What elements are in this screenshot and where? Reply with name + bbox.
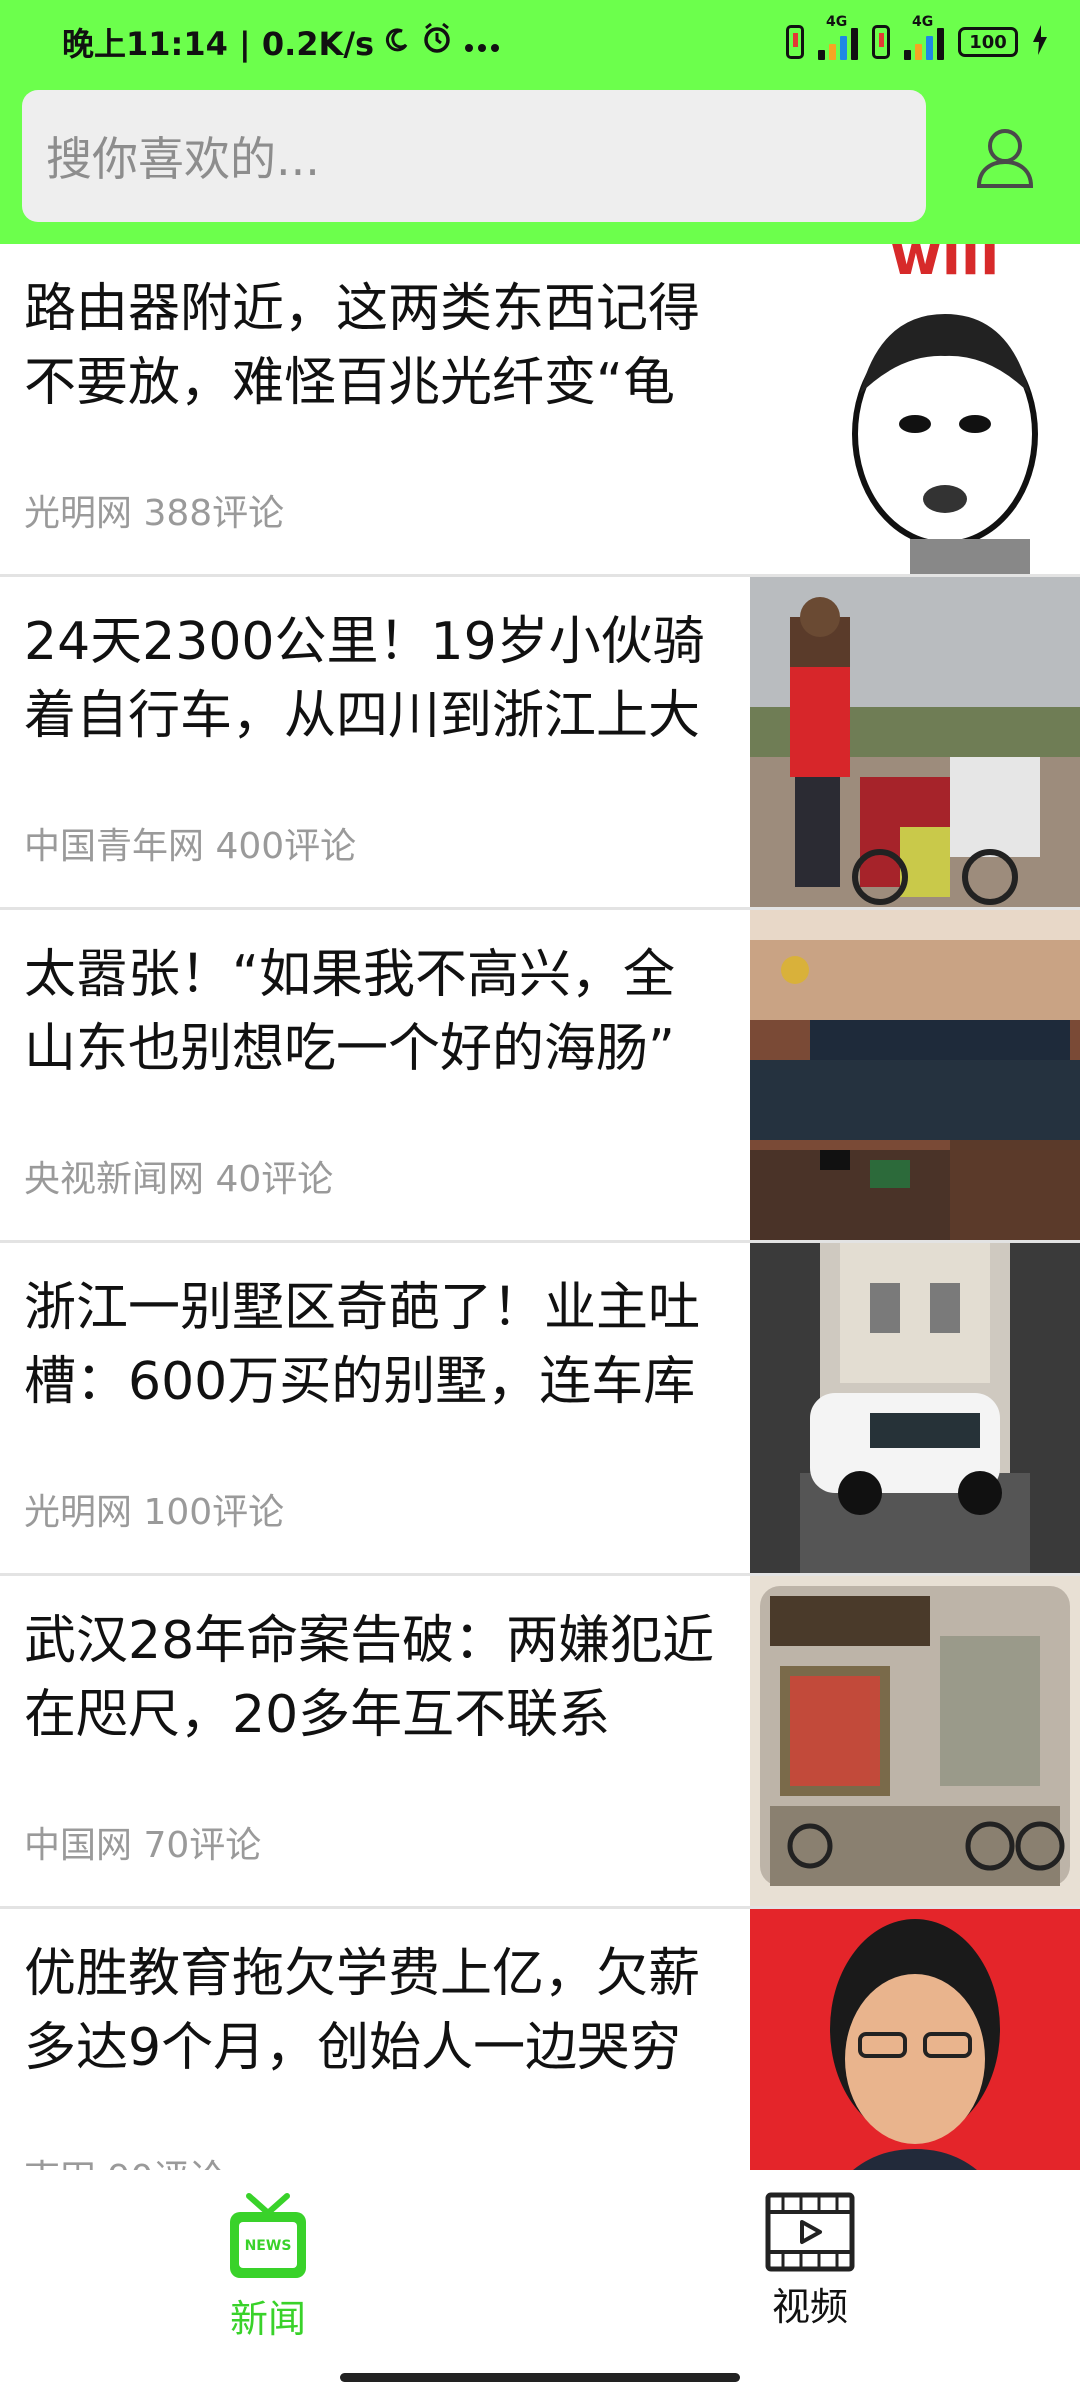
tab-news[interactable]: NEWS 新闻 [178,2192,358,2343]
news-title: 浙江一别墅区奇葩了！业主吐槽：600万买的别墅，连车库 [24,1278,701,1412]
news-item[interactable]: 太嚣张！“如果我不高兴，全山东也别想吃一个好的海肠” 央视新闻网 40评论 [0,910,1080,1243]
news-list[interactable]: 路由器附近，这两类东西记得不要放，难怪百兆光纤变“龟 光明网 388评论 wil… [0,244,1080,2170]
news-title: 太嚣张！“如果我不高兴，全山东也别想吃一个好的海肠” [24,945,675,1079]
news-source: 中国网 [24,1825,133,1866]
news-thumbnail [750,1243,1080,1573]
news-item[interactable]: 24天2300公里！19岁小伙骑着自行车，从四川到浙江上大 中国青年网 400评… [0,577,1080,910]
tv-news-text: NEWS [245,2238,292,2254]
home-indicator[interactable] [340,2373,740,2382]
film-play-icon [765,2192,855,2272]
user-icon [976,129,1034,188]
news-thumbnail [750,910,1080,1240]
search-input[interactable]: 搜你喜欢的... [22,90,926,222]
network-type-1: 4G [826,14,848,30]
user-profile-button[interactable] [965,118,1045,198]
tab-video[interactable]: 视频 [720,2192,900,2331]
charging-icon [1032,24,1048,60]
tab-video-label: 视频 [771,2285,848,2329]
news-thumbnail [750,577,1080,907]
signal-icon-1: 4G [818,14,858,60]
news-thumbnail: will [820,244,1080,574]
status-bar: 晚上11:14 | 0.2K/s 4G 4G 100 [0,0,1080,84]
news-thumbnail [750,1576,1080,1906]
status-right: 4G 4G 100 [786,14,1048,60]
moon-icon [384,23,410,61]
news-thumbnail [750,1909,1080,2170]
news-meta: 光明网 388评论 [24,484,284,536]
meme-text: will [890,244,999,288]
news-source: 光明网 [24,493,133,534]
news-title: 优胜教育拖欠学费上亿，欠薪多达9个月，创始人一边哭穷 [24,1944,701,2078]
status-left: 晚上11:14 | 0.2K/s [62,19,500,65]
news-source: 央视新闻网 [24,1159,205,1200]
news-comments: 400评论 [215,826,357,867]
news-item[interactable]: 武汉28年命案告破：两嫌犯近在咫尺，20多年互不联系 中国网 70评论 [0,1576,1080,1909]
news-meta: 中国青年网 400评论 [24,817,356,869]
news-item[interactable]: 路由器附近，这两类东西记得不要放，难怪百兆光纤变“龟 光明网 388评论 wil… [0,244,1080,577]
news-title: 武汉28年命案告破：两嫌犯近在咫尺，20多年互不联系 [24,1611,715,1745]
news-source: 光明网 [24,1492,133,1533]
battery-level: 100 [969,31,1007,53]
news-meta: 光明网 100评论 [24,1483,284,1535]
more-dots-icon [464,23,500,61]
news-item[interactable]: 优胜教育拖欠学费上亿，欠薪多达9个月，创始人一边哭穷 南田 90评论 [0,1909,1080,2170]
tab-news-label: 新闻 [229,2297,306,2341]
news-meta: 中国网 70评论 [24,1816,261,1868]
search-placeholder: 搜你喜欢的... [46,132,320,186]
news-meta: 南田 90评论 [24,2149,225,2170]
news-meta: 央视新闻网 40评论 [24,1150,333,1202]
news-title: 路由器附近，这两类东西记得不要放，难怪百兆光纤变“龟 [24,279,701,413]
status-time: 晚上11:14 | 0.2K/s [62,25,375,63]
news-comments: 90评论 [107,2158,225,2170]
sim-icon-2 [872,25,890,59]
tv-news-icon: NEWS [230,2193,306,2278]
news-item[interactable]: 浙江一别墅区奇葩了！业主吐槽：600万买的别墅，连车库 光明网 100评论 [0,1243,1080,1576]
signal-icon-2: 4G [904,14,944,60]
app-header: 晚上11:14 | 0.2K/s 4G 4G 100 搜你喜欢的... [0,0,1080,244]
battery-icon: 100 [958,27,1018,57]
news-comments: 40评论 [215,1159,334,1200]
sim-icon [786,25,804,59]
alarm-icon [420,21,454,63]
news-source: 南田 [24,2158,96,2170]
news-source: 中国青年网 [24,826,205,867]
news-title: 24天2300公里！19岁小伙骑着自行车，从四川到浙江上大 [24,612,705,746]
news-comments: 70评论 [143,1825,262,1866]
news-comments: 388评论 [143,493,285,534]
network-type-2: 4G [912,14,934,30]
bottom-nav: NEWS 新闻 视频 [0,2170,1080,2400]
news-comments: 100评论 [143,1492,285,1533]
